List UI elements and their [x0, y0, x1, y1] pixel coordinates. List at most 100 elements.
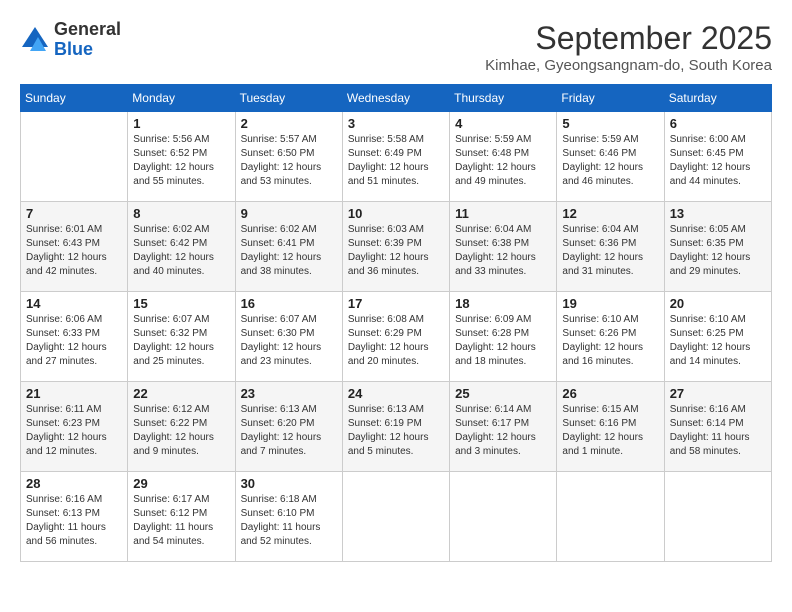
day-number: 27: [670, 386, 766, 401]
day-info: Sunrise: 6:03 AM Sunset: 6:39 PM Dayligh…: [348, 223, 444, 279]
calendar-header-monday: Monday: [128, 85, 235, 112]
calendar-cell: 6Sunrise: 6:00 AM Sunset: 6:45 PM Daylig…: [664, 112, 771, 202]
calendar-cell: 9 Sunrise: 6:02 AM Sunset: 6:41 PM Daylig…: [235, 202, 342, 292]
day-info: Sunrise: 6:15 AM Sunset: 6:16 PM Dayligh…: [562, 403, 658, 459]
calendar-cell: 29 Sunrise: 6:17 AM Sunset: 6:12 PM Dayli…: [128, 472, 235, 562]
day-number: 9: [241, 206, 337, 221]
calendar-cell: 14Sunrise: 6:06 AM Sunset: 6:33 PM Dayli…: [21, 292, 128, 382]
day-info: Sunrise: 6:04 AM Sunset: 6:36 PM Dayligh…: [562, 223, 658, 279]
day-number: 28: [26, 476, 122, 491]
day-info: Sunrise: 6:02 AM Sunset: 6:42 PM Dayligh…: [133, 223, 229, 279]
day-number: 30: [241, 476, 337, 491]
calendar-cell: 27 Sunrise: 6:16 AM Sunset: 6:14 PM Dayli…: [664, 382, 771, 472]
day-info: Sunrise: 6:05 AM Sunset: 6:35 PM Dayligh…: [670, 223, 766, 279]
day-number: 17: [348, 296, 444, 311]
day-number: 22: [133, 386, 229, 401]
calendar-cell: 7Sunrise: 6:01 AM Sunset: 6:43 PM Daylig…: [21, 202, 128, 292]
day-info: Sunrise: 6:01 AM Sunset: 6:43 PM Dayligh…: [26, 223, 122, 279]
day-number: 10: [348, 206, 444, 221]
calendar-table: SundayMondayTuesdayWednesdayThursdayFrid…: [20, 84, 772, 562]
calendar-week-row: 7Sunrise: 6:01 AM Sunset: 6:43 PM Daylig…: [21, 202, 772, 292]
day-number: 20: [670, 296, 766, 311]
day-info: Sunrise: 6:00 AM Sunset: 6:45 PM Dayligh…: [670, 133, 766, 189]
calendar-cell: 18Sunrise: 6:09 AM Sunset: 6:28 PM Dayli…: [450, 292, 557, 382]
day-number: 19: [562, 296, 658, 311]
calendar-week-row: 14Sunrise: 6:06 AM Sunset: 6:33 PM Dayli…: [21, 292, 772, 382]
logo: General Blue: [20, 20, 121, 60]
day-number: 3: [348, 116, 444, 131]
calendar-cell: 11 Sunrise: 6:04 AM Sunset: 6:38 PM Dayli…: [450, 202, 557, 292]
day-info: Sunrise: 6:09 AM Sunset: 6:28 PM Dayligh…: [455, 313, 551, 369]
day-info: Sunrise: 5:59 AM Sunset: 6:48 PM Dayligh…: [455, 133, 551, 189]
day-number: 24: [348, 386, 444, 401]
day-number: 12: [562, 206, 658, 221]
calendar-header-saturday: Saturday: [664, 85, 771, 112]
calendar-cell: [664, 472, 771, 562]
day-info: Sunrise: 6:02 AM Sunset: 6:41 PM Dayligh…: [241, 223, 337, 279]
title-block: September 2025 Kimhae, Gyeongsangnam-do,…: [485, 20, 772, 74]
calendar-cell: 23 Sunrise: 6:13 AM Sunset: 6:20 PM Dayli…: [235, 382, 342, 472]
calendar-header-row: SundayMondayTuesdayWednesdayThursdayFrid…: [21, 85, 772, 112]
day-number: 21: [26, 386, 122, 401]
day-number: 29: [133, 476, 229, 491]
calendar-cell: 4 Sunrise: 5:59 AM Sunset: 6:48 PM Daylig…: [450, 112, 557, 202]
calendar-cell: 22 Sunrise: 6:12 AM Sunset: 6:22 PM Dayli…: [128, 382, 235, 472]
day-info: Sunrise: 6:11 AM Sunset: 6:23 PM Dayligh…: [26, 403, 122, 459]
day-info: Sunrise: 5:59 AM Sunset: 6:46 PM Dayligh…: [562, 133, 658, 189]
day-number: 4: [455, 116, 551, 131]
day-info: Sunrise: 6:12 AM Sunset: 6:22 PM Dayligh…: [133, 403, 229, 459]
calendar-header-sunday: Sunday: [21, 85, 128, 112]
calendar-header-thursday: Thursday: [450, 85, 557, 112]
day-number: 23: [241, 386, 337, 401]
logo-icon: [20, 25, 50, 55]
day-info: Sunrise: 6:13 AM Sunset: 6:19 PM Dayligh…: [348, 403, 444, 459]
calendar-cell: 12 Sunrise: 6:04 AM Sunset: 6:36 PM Dayli…: [557, 202, 664, 292]
day-info: Sunrise: 6:06 AM Sunset: 6:33 PM Dayligh…: [26, 313, 122, 369]
calendar-cell: 20 Sunrise: 6:10 AM Sunset: 6:25 PM Dayli…: [664, 292, 771, 382]
day-info: Sunrise: 6:18 AM Sunset: 6:10 PM Dayligh…: [241, 493, 337, 549]
calendar-header-friday: Friday: [557, 85, 664, 112]
day-info: Sunrise: 6:08 AM Sunset: 6:29 PM Dayligh…: [348, 313, 444, 369]
calendar-cell: 25Sunrise: 6:14 AM Sunset: 6:17 PM Dayli…: [450, 382, 557, 472]
day-info: Sunrise: 6:10 AM Sunset: 6:25 PM Dayligh…: [670, 313, 766, 369]
calendar-cell: 2Sunrise: 5:57 AM Sunset: 6:50 PM Daylig…: [235, 112, 342, 202]
calendar-cell: 13 Sunrise: 6:05 AM Sunset: 6:35 PM Dayli…: [664, 202, 771, 292]
calendar-cell: 5 Sunrise: 5:59 AM Sunset: 6:46 PM Daylig…: [557, 112, 664, 202]
day-info: Sunrise: 6:13 AM Sunset: 6:20 PM Dayligh…: [241, 403, 337, 459]
day-info: Sunrise: 5:56 AM Sunset: 6:52 PM Dayligh…: [133, 133, 229, 189]
calendar-cell: 26 Sunrise: 6:15 AM Sunset: 6:16 PM Dayli…: [557, 382, 664, 472]
logo-text: General Blue: [54, 20, 121, 60]
calendar-cell: 15 Sunrise: 6:07 AM Sunset: 6:32 PM Dayli…: [128, 292, 235, 382]
page-header: General Blue September 2025 Kimhae, Gyeo…: [20, 20, 772, 74]
day-info: Sunrise: 5:58 AM Sunset: 6:49 PM Dayligh…: [348, 133, 444, 189]
day-number: 5: [562, 116, 658, 131]
day-info: Sunrise: 6:16 AM Sunset: 6:13 PM Dayligh…: [26, 493, 122, 549]
day-number: 8: [133, 206, 229, 221]
day-info: Sunrise: 6:04 AM Sunset: 6:38 PM Dayligh…: [455, 223, 551, 279]
calendar-cell: 21 Sunrise: 6:11 AM Sunset: 6:23 PM Dayli…: [21, 382, 128, 472]
calendar-cell: 28 Sunrise: 6:16 AM Sunset: 6:13 PM Dayli…: [21, 472, 128, 562]
day-number: 11: [455, 206, 551, 221]
calendar-cell: [557, 472, 664, 562]
day-number: 2: [241, 116, 337, 131]
calendar-cell: 3 Sunrise: 5:58 AM Sunset: 6:49 PM Daylig…: [342, 112, 449, 202]
day-number: 26: [562, 386, 658, 401]
day-number: 16: [241, 296, 337, 311]
calendar-cell: 24 Sunrise: 6:13 AM Sunset: 6:19 PM Dayli…: [342, 382, 449, 472]
calendar-cell: 17 Sunrise: 6:08 AM Sunset: 6:29 PM Dayli…: [342, 292, 449, 382]
day-info: Sunrise: 6:07 AM Sunset: 6:32 PM Dayligh…: [133, 313, 229, 369]
day-number: 13: [670, 206, 766, 221]
calendar-cell: 19 Sunrise: 6:10 AM Sunset: 6:26 PM Dayli…: [557, 292, 664, 382]
calendar-week-row: 21 Sunrise: 6:11 AM Sunset: 6:23 PM Dayli…: [21, 382, 772, 472]
calendar-cell: [21, 112, 128, 202]
day-number: 15: [133, 296, 229, 311]
calendar-cell: 16Sunrise: 6:07 AM Sunset: 6:30 PM Dayli…: [235, 292, 342, 382]
calendar-cell: [450, 472, 557, 562]
day-info: Sunrise: 6:10 AM Sunset: 6:26 PM Dayligh…: [562, 313, 658, 369]
calendar-cell: 30 Sunrise: 6:18 AM Sunset: 6:10 PM Dayli…: [235, 472, 342, 562]
calendar-cell: 1Sunrise: 5:56 AM Sunset: 6:52 PM Daylig…: [128, 112, 235, 202]
day-info: Sunrise: 6:17 AM Sunset: 6:12 PM Dayligh…: [133, 493, 229, 549]
calendar-header-tuesday: Tuesday: [235, 85, 342, 112]
day-info: Sunrise: 6:16 AM Sunset: 6:14 PM Dayligh…: [670, 403, 766, 459]
calendar-cell: 8 Sunrise: 6:02 AM Sunset: 6:42 PM Daylig…: [128, 202, 235, 292]
